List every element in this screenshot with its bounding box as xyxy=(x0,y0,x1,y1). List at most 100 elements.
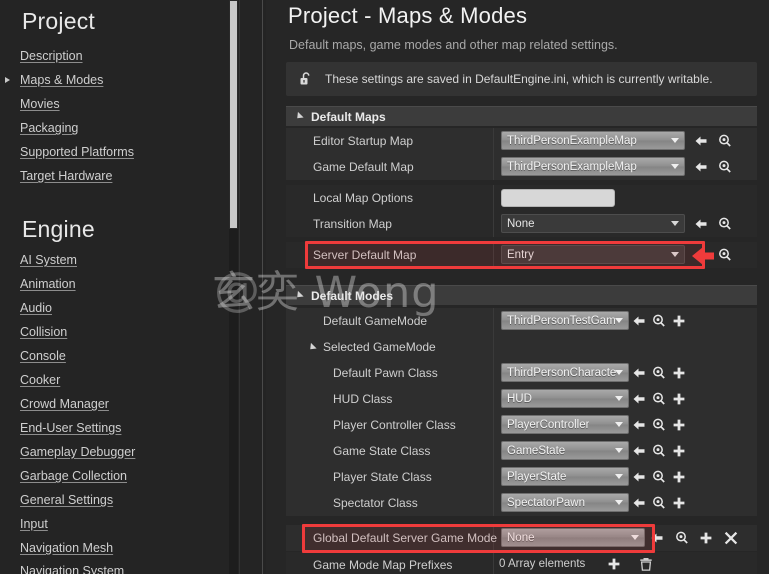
reset-arrow-icon[interactable] xyxy=(693,133,709,149)
sidebar-item-supported-platforms[interactable]: Supported Platforms xyxy=(0,143,134,161)
reset-arrow-icon[interactable] xyxy=(631,417,647,433)
trash-delete-icon[interactable] xyxy=(638,556,654,572)
browse-magnifier-icon[interactable] xyxy=(651,313,667,329)
sidebar-item-ai-system[interactable]: AI System xyxy=(0,251,77,269)
add-plus-icon[interactable] xyxy=(671,443,687,459)
browse-magnifier-icon[interactable] xyxy=(651,443,667,459)
add-plus-icon[interactable] xyxy=(671,469,687,485)
sidebar-group-title-project: Project xyxy=(22,8,95,34)
column-divider xyxy=(493,211,494,237)
combo-server-default-map[interactable]: Entry xyxy=(501,245,685,264)
property-label: Local Map Options xyxy=(313,191,414,205)
section-header-default-maps[interactable]: Default Maps xyxy=(286,106,757,126)
sidebar-item-console[interactable]: Console xyxy=(0,347,66,365)
property-label: Global Default Server Game Mode xyxy=(313,531,498,545)
combo-default-gamemode[interactable]: ThirdPersonTestGam xyxy=(501,311,629,330)
property-row-global-default-server-game-mode: Global Default Server Game Mode None xyxy=(286,525,757,551)
property-label: Transition Map xyxy=(313,217,392,231)
sidebar-item-description[interactable]: Description xyxy=(0,47,83,65)
property-row-spectator-class: Spectator Class SpectatorPawn xyxy=(286,490,757,516)
property-label: Game Default Map xyxy=(313,160,414,174)
add-plus-icon[interactable] xyxy=(671,417,687,433)
sidebar-item-animation[interactable]: Animation xyxy=(0,275,76,293)
combo-value: ThirdPersonCharacte xyxy=(507,366,617,379)
combo-player-controller-class[interactable]: PlayerController xyxy=(501,415,629,434)
sidebar-item-collision[interactable]: Collision xyxy=(0,323,67,341)
add-plus-icon[interactable] xyxy=(671,365,687,381)
add-plus-icon[interactable] xyxy=(671,391,687,407)
chevron-down-icon xyxy=(671,138,679,143)
property-row-server-default-map: Server Default Map Entry xyxy=(286,242,757,268)
combo-value: GameState xyxy=(507,444,566,457)
add-plus-icon[interactable] xyxy=(606,556,622,572)
local-map-options-input[interactable] xyxy=(501,189,615,207)
chevron-down-icon xyxy=(615,474,623,479)
property-label: Player Controller Class xyxy=(333,418,456,432)
combo-transition-map[interactable]: None xyxy=(501,214,685,233)
browse-magnifier-icon[interactable] xyxy=(717,159,733,175)
section-header-default-modes[interactable]: Default Modes xyxy=(286,285,757,305)
combo-game-state-class[interactable]: GameState xyxy=(501,441,629,460)
reset-arrow-icon[interactable] xyxy=(631,313,647,329)
sidebar-item-maps-modes[interactable]: Maps & Modes xyxy=(0,71,103,89)
panel-divider-left xyxy=(239,0,240,574)
sidebar-item-cooker[interactable]: Cooker xyxy=(0,371,60,389)
sidebar-item-target-hardware[interactable]: Target Hardware xyxy=(0,167,112,185)
browse-magnifier-icon[interactable] xyxy=(651,391,667,407)
sidebar-item-navigation-system[interactable]: Navigation System xyxy=(0,562,124,574)
browse-magnifier-icon[interactable] xyxy=(651,365,667,381)
reset-arrow-icon[interactable] xyxy=(631,391,647,407)
sidebar-item-end-user-settings[interactable]: End-User Settings xyxy=(0,419,121,437)
sidebar-scrollbar-thumb[interactable] xyxy=(229,0,238,229)
chevron-down-icon xyxy=(671,221,679,226)
sidebar-item-label: Console xyxy=(20,349,66,363)
property-row-player-state-class: Player State Class PlayerState xyxy=(286,464,757,490)
browse-magnifier-icon[interactable] xyxy=(651,417,667,433)
combo-game-default-map[interactable]: ThirdPersonExampleMap xyxy=(501,157,685,176)
reset-arrow-icon[interactable] xyxy=(631,469,647,485)
sidebar-item-input[interactable]: Input xyxy=(0,515,48,533)
chevron-down-icon xyxy=(615,422,623,427)
combo-default-pawn-class[interactable]: ThirdPersonCharacte xyxy=(501,363,629,382)
property-row-default-gamemode: Default GameMode ThirdPersonTestGam xyxy=(286,308,757,334)
reset-arrow-icon[interactable] xyxy=(631,365,647,381)
reset-arrow-icon[interactable] xyxy=(631,495,647,511)
sidebar-item-gameplay-debugger[interactable]: Gameplay Debugger xyxy=(0,443,135,461)
add-plus-icon[interactable] xyxy=(671,495,687,511)
sidebar-item-general-settings[interactable]: General Settings xyxy=(0,491,113,509)
add-plus-icon[interactable] xyxy=(698,530,714,546)
sidebar-item-label: Animation xyxy=(20,277,76,291)
sidebar-item-movies[interactable]: Movies xyxy=(0,95,60,113)
browse-magnifier-icon[interactable] xyxy=(717,133,733,149)
panel-splitter[interactable] xyxy=(262,0,263,574)
browse-magnifier-icon[interactable] xyxy=(651,469,667,485)
property-row-editor-startup-map: Editor Startup Map ThirdPersonExampleMap xyxy=(286,128,757,154)
combo-value: PlayerState xyxy=(507,470,567,483)
sidebar-item-crowd-manager[interactable]: Crowd Manager xyxy=(0,395,109,413)
column-divider xyxy=(493,242,494,268)
add-plus-icon[interactable] xyxy=(671,313,687,329)
combo-hud-class[interactable]: HUD xyxy=(501,389,629,408)
column-divider xyxy=(493,128,494,154)
property-row-game-state-class: Game State Class GameState xyxy=(286,438,757,464)
clear-x-icon[interactable] xyxy=(723,530,739,546)
browse-magnifier-icon[interactable] xyxy=(651,495,667,511)
sidebar-item-audio[interactable]: Audio xyxy=(0,299,52,317)
reset-arrow-icon[interactable] xyxy=(649,530,665,546)
sidebar-item-garbage-collection[interactable]: Garbage Collection xyxy=(0,467,127,485)
reset-arrow-icon[interactable] xyxy=(693,216,709,232)
combo-player-state-class[interactable]: PlayerState xyxy=(501,467,629,486)
sidebar-item-navigation-mesh[interactable]: Navigation Mesh xyxy=(0,539,113,557)
reset-arrow-icon[interactable] xyxy=(693,247,709,263)
reset-arrow-icon[interactable] xyxy=(693,159,709,175)
property-row-selected-gamemode[interactable]: Selected GameMode xyxy=(286,334,757,360)
column-divider xyxy=(493,185,494,211)
combo-spectator-class[interactable]: SpectatorPawn xyxy=(501,493,629,512)
browse-magnifier-icon[interactable] xyxy=(674,530,690,546)
browse-magnifier-icon[interactable] xyxy=(717,216,733,232)
sidebar-item-packaging[interactable]: Packaging xyxy=(0,119,78,137)
combo-global-default-server-game-mode[interactable]: None xyxy=(501,528,645,547)
browse-magnifier-icon[interactable] xyxy=(717,247,733,263)
combo-editor-startup-map[interactable]: ThirdPersonExampleMap xyxy=(501,131,685,150)
reset-arrow-icon[interactable] xyxy=(631,443,647,459)
